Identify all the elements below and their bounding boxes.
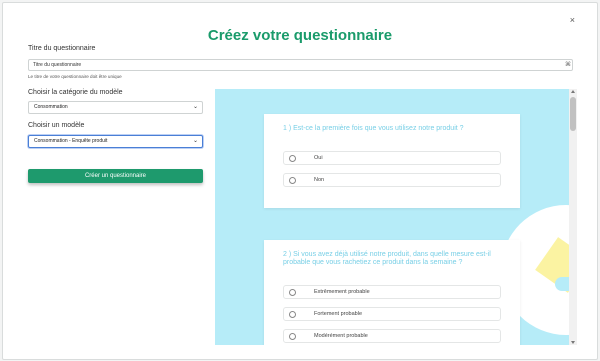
chevron-down-icon: ⌄ — [192, 104, 198, 110]
model-select-value: Consommation - Enquête produit — [34, 138, 108, 144]
answer-option-label: Extrêmement probable — [314, 289, 370, 295]
category-select[interactable]: Consommation ⌄ — [28, 101, 203, 114]
template-preview: 1 ) Est-ce la première fois que vous uti… — [215, 89, 577, 345]
category-label: Choisir la catégorie du modèle — [28, 89, 123, 96]
radio-icon[interactable] — [289, 333, 296, 340]
answer-option-label: Modérément probable — [314, 333, 368, 339]
model-select[interactable]: Consommation - Enquête produit ⌄ — [28, 135, 203, 148]
radio-icon[interactable] — [289, 177, 296, 184]
answer-option[interactable]: Non — [283, 173, 501, 187]
close-icon[interactable]: × — [570, 16, 575, 25]
create-survey-modal: × Créez votre questionnaire Titre du que… — [2, 2, 598, 360]
survey-title-label: Titre du questionnaire — [28, 45, 96, 52]
answer-option[interactable]: Modérément probable — [283, 329, 501, 343]
radio-icon[interactable] — [289, 289, 296, 296]
survey-title-hint: Le titre de votre questionnaire doit êtr… — [28, 74, 122, 79]
answer-option[interactable]: Fortement probable — [283, 307, 501, 321]
preview-scrollbar[interactable] — [569, 89, 577, 345]
question-card: 2 ) Si vous avez déjà utilisé notre prod… — [264, 240, 520, 345]
model-label: Choisir un modèle — [28, 122, 85, 129]
category-select-value: Consommation — [34, 104, 68, 110]
survey-title-placeholder: Titre du questionnaire — [33, 62, 82, 68]
radio-icon[interactable] — [289, 155, 296, 162]
radio-icon[interactable] — [289, 311, 296, 318]
scroll-up-icon[interactable] — [571, 90, 575, 93]
question-text: 2 ) Si vous avez déjà utilisé notre prod… — [283, 251, 491, 266]
modal-title: Créez votre questionnaire — [207, 27, 393, 44]
answer-option[interactable]: Extrêmement probable — [283, 285, 501, 299]
question-card: 1 ) Est-ce la première fois que vous uti… — [264, 114, 520, 208]
scroll-down-icon[interactable] — [571, 341, 575, 344]
scrollbar-thumb[interactable] — [570, 97, 576, 131]
survey-title-input[interactable]: Titre du questionnaire ⌘ — [28, 59, 573, 71]
answer-option-label: Non — [314, 177, 325, 183]
answer-option-label: Oui — [314, 155, 323, 161]
answer-option[interactable]: Oui — [283, 151, 501, 165]
question-text: 1 ) Est-ce la première fois que vous uti… — [283, 125, 464, 132]
create-survey-button[interactable]: Créer un questionnaire — [28, 169, 203, 183]
chevron-down-icon: ⌄ — [192, 138, 198, 144]
answer-option-label: Fortement probable — [314, 311, 362, 317]
keyboard-icon: ⌘ — [565, 62, 571, 68]
